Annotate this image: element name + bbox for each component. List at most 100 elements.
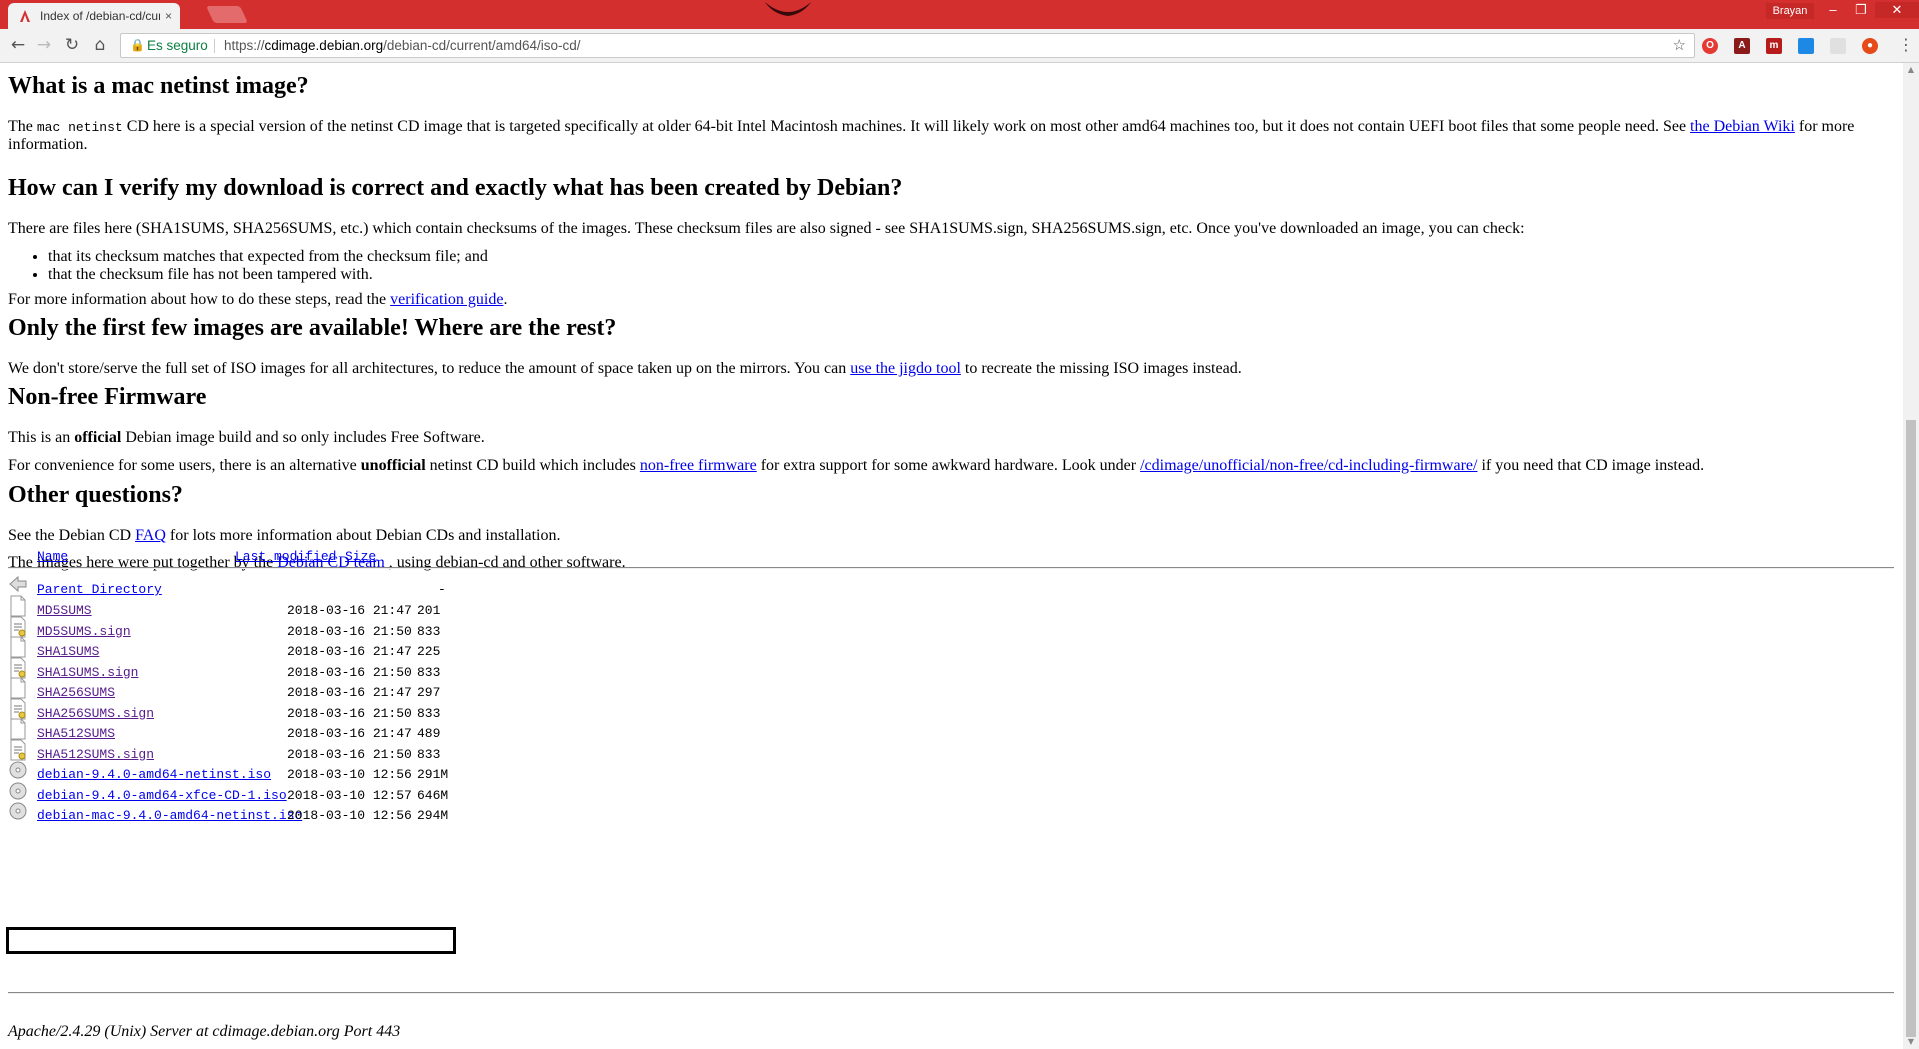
home-button[interactable]: ⌂ [90,35,110,55]
paragraph-more-info: For more information about how to do the… [8,291,507,309]
lock-icon: 🔒 [130,38,145,52]
window-titlebar: Index of /debian-cd/curr × Brayan – ❐ ✕ [0,0,1919,29]
blank-extension-icon[interactable] [1830,38,1846,54]
server-signature: Apache/2.4.29 (Unix) Server at cdimage.d… [8,1023,401,1040]
paragraph-official: This is an official Debian image build a… [8,429,485,447]
paragraph-mac-netinst-line2: information. [8,136,88,153]
text: This is an [8,429,75,446]
back-button[interactable]: ← [8,35,28,55]
text: for more [1794,118,1855,135]
url-prefix: https:// [224,38,265,53]
text: for extra support for some awkward hardw… [756,457,1141,474]
omnibox-divider [214,39,215,53]
debian-wiki-link[interactable]: the Debian Wiki [1690,118,1795,135]
text-file-icon [10,595,26,617]
text: to recreate the missing ISO images inste… [960,360,1242,377]
close-window-button[interactable]: ✕ [1875,2,1919,18]
tab-close-icon[interactable]: × [165,9,172,23]
paragraph-jigdo: We don't store/serve the full set of ISO… [8,360,1242,378]
screenshot-extension-icon[interactable] [1798,38,1814,54]
sort-by-modified-link[interactable]: Last modified [235,549,336,564]
maximize-button[interactable]: ❐ [1848,2,1874,18]
browser-toolbar: ← → ↻ ⌂ 🔒 Es seguro https://cdimage.debi… [0,29,1919,63]
paragraph-verify: There are files here (SHA1SUMS, SHA256SU… [8,220,1525,237]
tab-title: Index of /debian-cd/curr [40,9,160,23]
heading-non-free-firmware: Non-free Firmware [8,384,207,410]
paragraph-unofficial: For convenience for some users, there is… [8,457,1704,475]
scroll-down-arrow[interactable]: ▼ [1903,1035,1919,1049]
profile-button[interactable]: Brayan [1766,3,1814,19]
non-free-firmware-link[interactable]: non-free firmware [640,457,757,474]
heading-where-rest: Only the first few images are available!… [8,315,617,341]
verify-list: that its checksum matches that expected … [8,248,488,284]
new-tab-button[interactable] [206,6,248,23]
paragraph-mac-netinst: The mac netinst CD here is a special ver… [8,118,1854,137]
text-file-icon [10,636,26,658]
text-unofficial: unofficial [360,457,426,474]
text: Debian image build and so only includes … [121,429,485,446]
forward-button[interactable]: → [34,35,54,55]
scrollbar-thumb[interactable] [1906,420,1916,1037]
browser-menu-icon[interactable]: ⋮ [1898,35,1914,54]
text-file-icon [10,718,26,740]
file-link[interactable]: debian-mac-9.4.0-amd64-netinst.iso [37,808,302,823]
heading-other-questions: Other questions? [8,482,183,508]
cd-icon [9,761,27,779]
signed-file-icon [10,698,26,719]
text: . [503,291,508,308]
listing-header: Name Last modified Size [8,549,468,564]
list-item: that its checksum matches that expected … [48,248,488,266]
url-text[interactable]: https://cdimage.debian.org/debian-cd/cur… [224,34,580,57]
page-content: What is a mac netinst image? The mac net… [0,63,1903,1049]
text: CD here is a special version of the neti… [122,118,1691,135]
text: See the Debian CD [8,527,136,544]
signed-file-icon [10,657,26,678]
minimize-button[interactable]: – [1820,2,1846,18]
opera-extension-icon[interactable]: O [1702,38,1718,54]
debian-tab-icon [20,10,30,22]
faq-link[interactable]: FAQ [135,527,166,544]
browser-tab[interactable]: Index of /debian-cd/curr × [8,3,180,29]
text: We don't store/serve the full set of ISO… [8,360,851,377]
text-official: official [74,429,122,446]
record-extension-icon[interactable]: ● [1862,38,1878,54]
verification-guide-link[interactable]: verification guide [390,291,503,308]
vertical-scrollbar[interactable]: ▲ ▼ [1903,63,1919,1049]
modified-cell: 2018-03-10 12:56 [287,808,412,823]
mega-extension-icon[interactable]: m [1766,38,1782,54]
back-arrow-icon [9,575,27,593]
heading-verify: How can I verify my download is correct … [8,175,903,201]
text: if you need that CD image instead. [1477,457,1705,474]
secure-label: Es seguro [147,38,208,53]
reload-button[interactable]: ↻ [62,35,82,55]
text: For convenience for some users, there is… [8,457,361,474]
size-cell: 294M [417,808,449,823]
heading-mac-netinst: What is a mac netinst image? [8,73,309,99]
signed-file-icon [10,739,26,760]
text: netinst CD build which includes [425,457,640,474]
address-bar[interactable]: 🔒 Es seguro https://cdimage.debian.org/d… [120,33,1695,58]
signed-file-icon [10,616,26,637]
listing-divider-top [8,567,1894,569]
unofficial-firmware-path-link[interactable]: /cdimage/unofficial/non-free/cd-includin… [1140,457,1477,474]
url-host: cdimage.debian.org [264,38,384,53]
rog-logo-icon [765,2,811,16]
text-file-icon [10,677,26,699]
url-path: /debian-cd/current/amd64/iso-cd/ [383,38,581,53]
text: The [8,118,37,135]
cd-icon [9,802,27,820]
cd-icon [9,782,27,799]
highlight-box [6,927,456,954]
jigdo-tool-link[interactable]: use the jigdo tool [850,360,961,377]
code-mac-netinst: mac netinst [36,120,123,135]
sort-by-size-link[interactable]: Size [345,549,376,564]
sort-by-name-link[interactable]: Name [37,549,68,564]
listing-divider-bottom [8,992,1894,994]
bookmark-star-icon[interactable]: ☆ [1673,34,1686,57]
pdf-extension-icon[interactable]: A [1734,38,1750,54]
text: for lots more information about Debian C… [165,527,561,544]
list-item: that the checksum file has not been tamp… [48,266,488,284]
paragraph-faq: See the Debian CD FAQ for lots more info… [8,527,561,545]
text: For more information about how to do the… [8,291,391,308]
scroll-up-arrow[interactable]: ▲ [1903,63,1919,77]
